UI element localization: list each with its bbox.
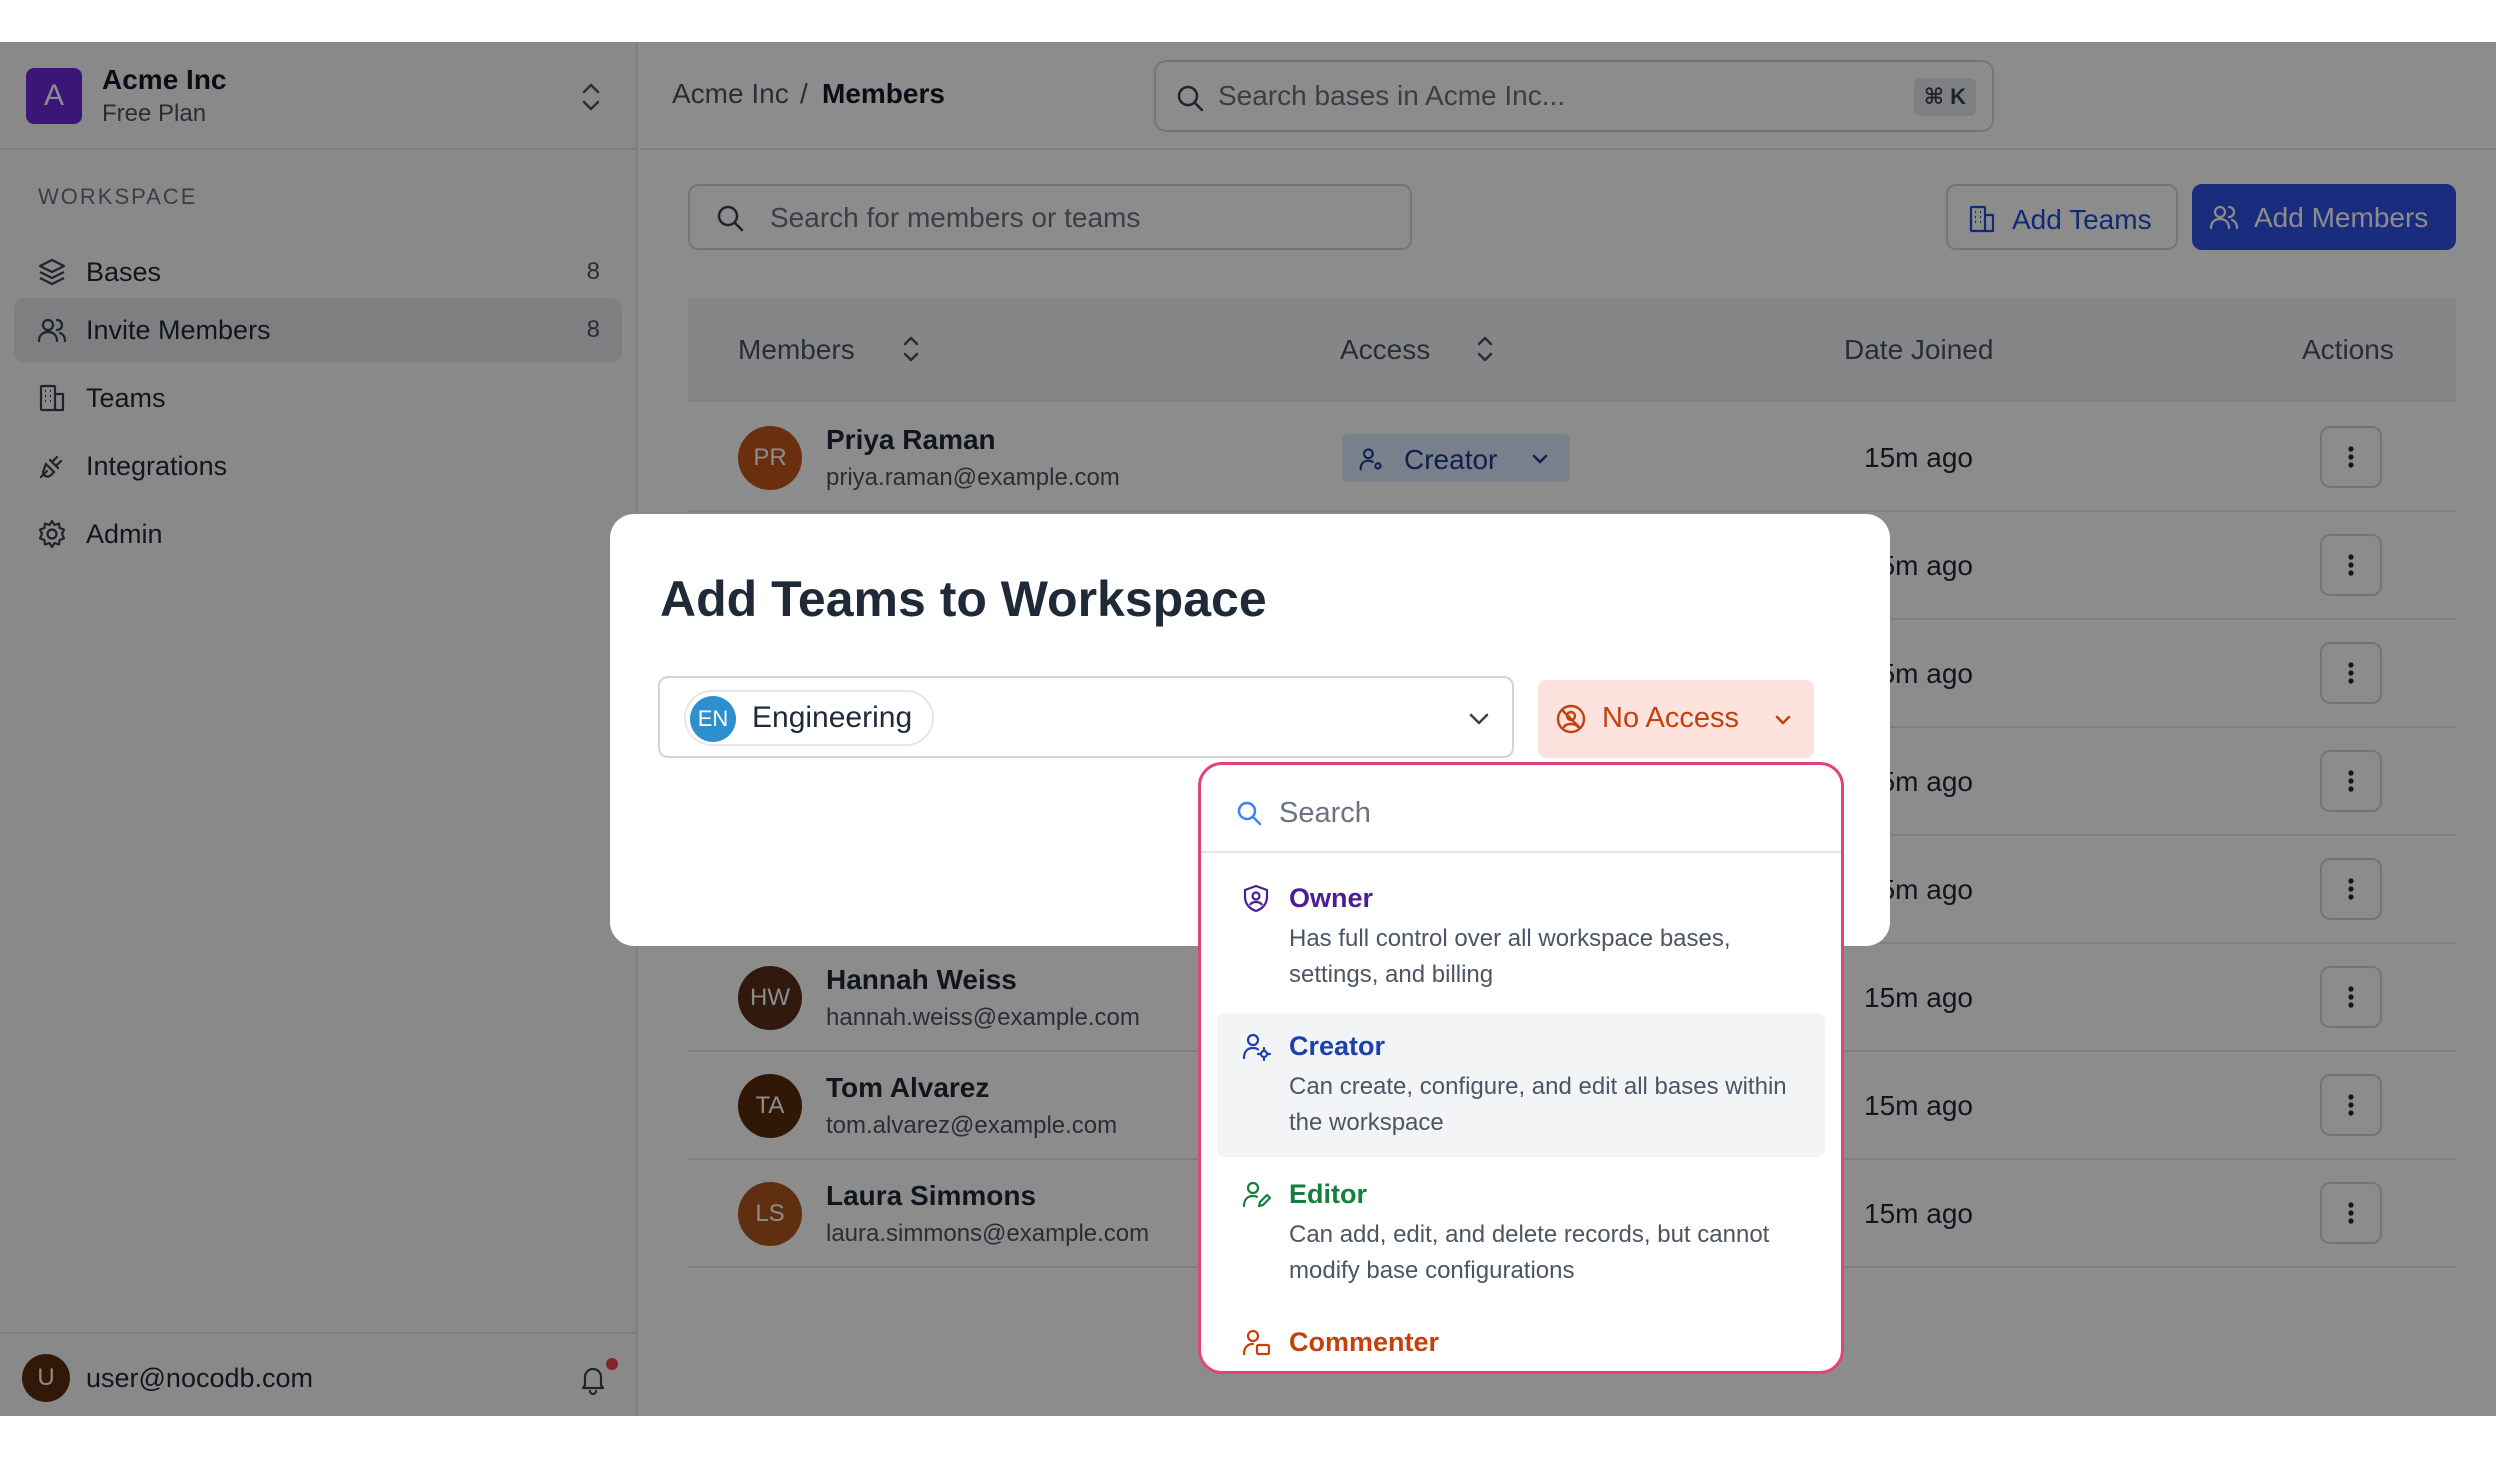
no-access-icon [1556,704,1586,734]
team-name: Engineering [752,701,913,734]
user-comment-icon [1242,1329,1271,1356]
role-option-description: Can add, edit, and delete records, but c… [1289,1221,1770,1284]
role-option-editor[interactable]: Editor Can add, edit, and delete records… [1217,1161,1825,1305]
team-avatar: EN [690,696,736,742]
selected-team-chip[interactable]: EN Engineering [684,690,935,746]
role-option-title: Owner [1289,883,1374,913]
role-option-title: Commenter [1289,1327,1440,1357]
chevron-down-icon [1775,715,1791,725]
team-select[interactable]: EN Engineering [658,676,1514,758]
access-role-button[interactable]: No Access [1538,680,1814,758]
role-search[interactable] [1201,765,1841,853]
role-option-creator[interactable]: Creator Can create, configure, and edit … [1217,1013,1825,1157]
access-role-label: No Access [1602,702,1739,734]
role-option-title: Creator [1289,1031,1386,1061]
role-option-title: Editor [1289,1179,1367,1209]
app-window: A Acme Inc Free Plan WORKSPACE Bases 8 I… [0,42,2496,1416]
role-search-input[interactable] [1279,793,1799,833]
user-edit-icon [1242,1181,1271,1208]
search-icon [1237,801,1262,826]
role-option-owner[interactable]: Owner Has full control over all workspac… [1217,865,1825,1005]
role-dropdown: Owner Has full control over all workspac… [1198,762,1844,1374]
chevron-down-icon[interactable] [1466,708,1492,730]
user-gear-icon [1242,1033,1271,1061]
modal-title: Add Teams to Workspace [660,571,1267,627]
role-option-commenter[interactable]: Commenter [1217,1309,1825,1371]
role-option-description: Can create, configure, and edit all base… [1289,1073,1787,1136]
shield-user-icon [1243,884,1269,913]
role-option-description: Has full control over all workspace base… [1289,925,1731,988]
